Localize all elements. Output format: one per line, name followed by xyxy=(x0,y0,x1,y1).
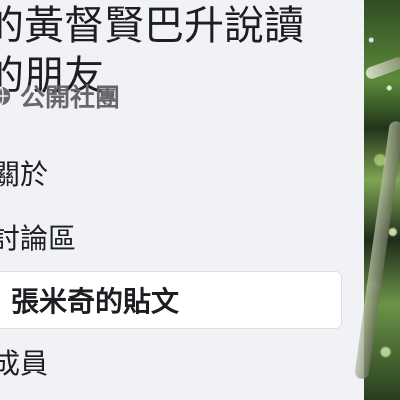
group-sidebar: 的黃督賢巴升說讀 的朋友 公開社團 關於 討論區 張米奇的貼文 成員 xyxy=(0,0,364,400)
nav-item-members[interactable]: 成員 xyxy=(0,334,342,390)
nav-item-label: 討論區 xyxy=(0,222,77,255)
facebook-group-page: 的黃督賢巴升說讀 的朋友 公開社團 關於 討論區 張米奇的貼文 成員 xyxy=(0,0,400,400)
nav-item-label: 成員 xyxy=(0,347,49,380)
nav-item-discussion[interactable]: 討論區 xyxy=(0,209,342,265)
nav-item-label: 關於 xyxy=(0,158,49,191)
nav-item-user-posts[interactable]: 張米奇的貼文 xyxy=(0,271,342,329)
nav-item-about[interactable]: 關於 xyxy=(0,145,342,201)
group-navigation: 關於 討論區 張米奇的貼文 成員 xyxy=(0,0,364,400)
nav-item-label: 張米奇的貼文 xyxy=(11,285,180,318)
